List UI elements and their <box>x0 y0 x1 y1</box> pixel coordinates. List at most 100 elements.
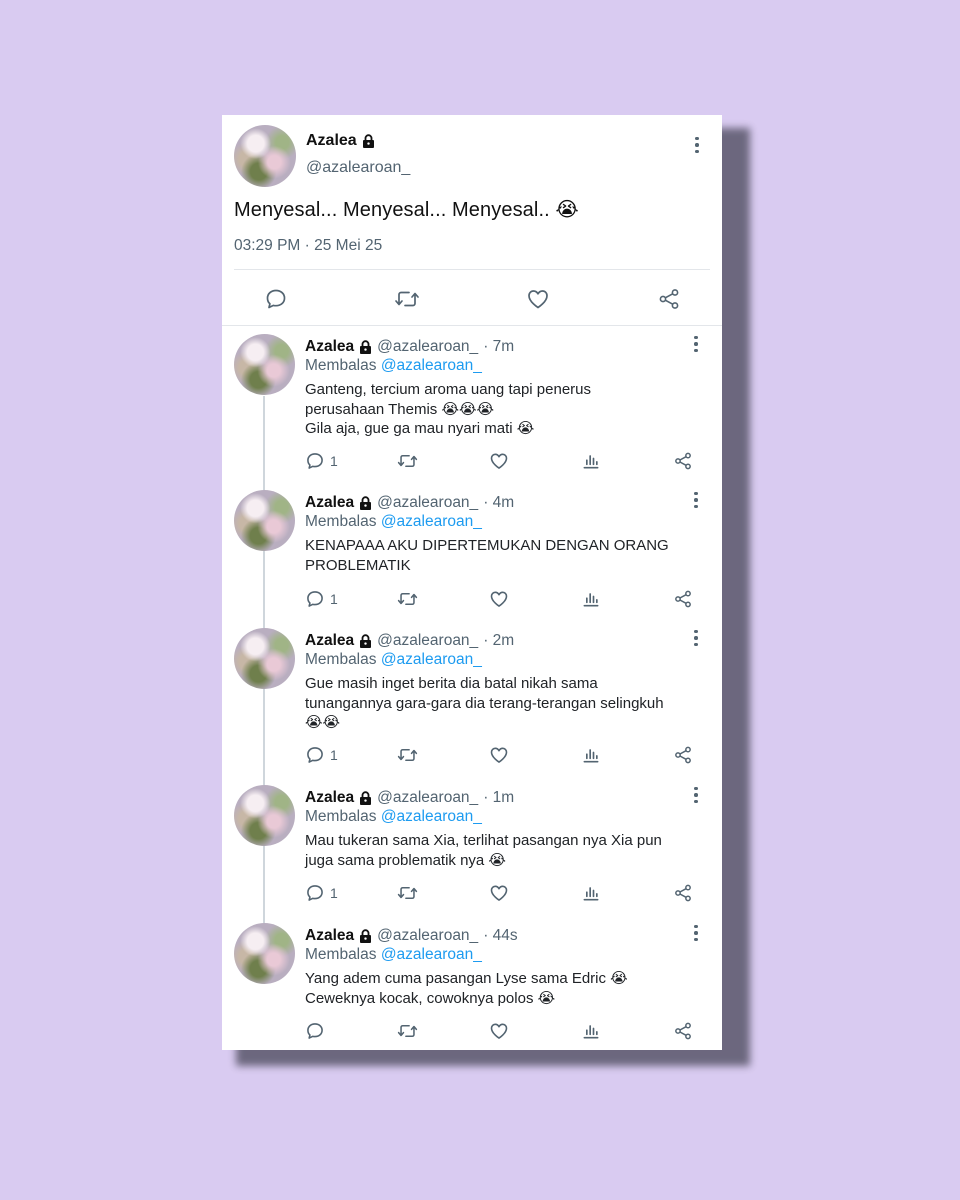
main-tweet: Azalea @azalearoan_ Menyesal... Menyesal… <box>222 115 722 325</box>
reply-icon[interactable]: 1 <box>305 589 338 609</box>
like-icon[interactable] <box>489 1021 509 1041</box>
display-name[interactable]: Azalea <box>306 132 357 150</box>
replying-prefix: Membalas <box>305 946 377 963</box>
handle[interactable]: @azalearoan_ <box>377 632 478 650</box>
tweet-timestamp[interactable]: 03:29 PM · 25 Mei 25 <box>234 237 382 255</box>
text-line: tunangannya gara-gara dia terang-teranga… <box>305 694 664 712</box>
author-line: Azalea @azalearoan_ · 2m <box>305 632 514 650</box>
retweet-icon[interactable] <box>397 745 418 765</box>
reply-text: Ganteng, tercium aroma uang tapi penerus… <box>305 380 705 439</box>
text-line: Yang adem cuma pasangan Lyse sama Edric … <box>305 970 628 987</box>
share-icon[interactable] <box>657 287 681 311</box>
handle[interactable]: @azalearoan_ <box>377 927 478 945</box>
avatar[interactable] <box>234 785 295 846</box>
replying-to-link[interactable]: @azalearoan_ <box>381 513 482 530</box>
like-icon[interactable] <box>489 883 509 903</box>
share-icon[interactable] <box>673 1021 693 1041</box>
reply-action-bar: 1 <box>222 449 722 473</box>
like-icon[interactable] <box>526 287 550 311</box>
display-name[interactable]: Azalea <box>305 494 354 512</box>
author-line: Azalea @azalearoan_ · 1m <box>305 789 514 807</box>
replying-prefix: Membalas <box>305 513 377 530</box>
replying-to-line: Membalas @azalearoan_ <box>305 357 482 375</box>
text-line: PROBLEMATIK <box>305 556 411 574</box>
retweet-icon[interactable] <box>397 883 418 903</box>
display-name[interactable]: Azalea <box>305 789 354 807</box>
avatar[interactable] <box>234 125 296 187</box>
text-line: Ceweknya kocak, cowoknya polos 😭 <box>305 989 556 1007</box>
avatar[interactable] <box>234 334 295 395</box>
relative-time[interactable]: · 1m <box>483 789 514 807</box>
display-name[interactable]: Azalea <box>305 632 354 650</box>
text-line: perusahaan Themis 😭😭😭 <box>305 400 495 418</box>
handle[interactable]: @azalearoan_ <box>377 494 478 512</box>
stats-icon[interactable] <box>581 589 601 609</box>
stats-icon[interactable] <box>581 1021 601 1041</box>
tweet-thread-card: Azalea @azalearoan_ Menyesal... Menyesal… <box>222 115 722 1050</box>
replying-to-link[interactable]: @azalearoan_ <box>381 357 482 374</box>
like-icon[interactable] <box>489 589 509 609</box>
relative-time[interactable]: · 2m <box>483 632 514 650</box>
replying-to-line: Membalas @azalearoan_ <box>305 808 482 826</box>
text-line: Mau tukeran sama Xia, terlihat pasangan … <box>305 832 662 849</box>
replying-to-link[interactable]: @azalearoan_ <box>381 946 482 963</box>
more-options-icon[interactable] <box>686 488 706 512</box>
replying-prefix: Membalas <box>305 808 377 825</box>
share-icon[interactable] <box>673 589 693 609</box>
reply-icon[interactable]: 1 <box>305 883 338 903</box>
reply-icon[interactable] <box>305 1021 330 1041</box>
lock-icon <box>360 496 372 510</box>
avatar[interactable] <box>234 490 295 551</box>
display-name[interactable]: Azalea <box>305 927 354 945</box>
more-options-icon[interactable] <box>686 783 706 807</box>
stats-icon[interactable] <box>581 745 601 765</box>
share-icon[interactable] <box>673 745 693 765</box>
reply-icon[interactable] <box>264 287 288 311</box>
handle[interactable]: @azalearoan_ <box>377 338 478 356</box>
more-options-icon[interactable] <box>686 921 706 945</box>
share-icon[interactable] <box>673 883 693 903</box>
handle[interactable]: @azalearoan_ <box>306 159 410 177</box>
replying-prefix: Membalas <box>305 651 377 668</box>
avatar[interactable] <box>234 628 295 689</box>
avatar[interactable] <box>234 923 295 984</box>
retweet-icon[interactable] <box>397 1021 418 1041</box>
replying-prefix: Membalas <box>305 357 377 374</box>
like-icon[interactable] <box>489 451 509 471</box>
share-icon[interactable] <box>673 451 693 471</box>
retweet-icon[interactable] <box>397 451 418 471</box>
reply-action-bar: 1 <box>222 881 722 905</box>
like-icon[interactable] <box>489 745 509 765</box>
divider <box>234 269 710 270</box>
replying-to-line: Membalas @azalearoan_ <box>305 513 482 531</box>
stats-icon[interactable] <box>581 883 601 903</box>
lock-icon <box>360 791 372 805</box>
more-options-icon[interactable] <box>687 133 707 157</box>
retweet-icon[interactable] <box>394 287 420 311</box>
display-name[interactable]: Azalea <box>305 338 354 356</box>
retweet-icon[interactable] <box>397 589 418 609</box>
more-options-icon[interactable] <box>686 332 706 356</box>
text-line: KENAPAAA AKU DIPERTEMUKAN DENGAN ORANG <box>305 537 669 554</box>
reply-action-bar: 1 <box>222 587 722 611</box>
relative-time[interactable]: · 7m <box>483 338 514 356</box>
lock-icon <box>360 634 372 648</box>
replying-to-line: Membalas @azalearoan_ <box>305 651 482 669</box>
replying-to-link[interactable]: @azalearoan_ <box>381 651 482 668</box>
tweet-action-bar <box>222 275 722 325</box>
relative-time[interactable]: · 4m <box>483 494 514 512</box>
reply-icon[interactable]: 1 <box>305 745 338 765</box>
handle[interactable]: @azalearoan_ <box>377 789 478 807</box>
reply-count: 1 <box>330 591 338 607</box>
relative-time[interactable]: · 44s <box>483 927 517 945</box>
author-line: Azalea @azalearoan_ · 7m <box>305 338 514 356</box>
text-line: juga sama problematik nya 😭 <box>305 851 506 869</box>
text-line: Gue masih inget berita dia batal nikah s… <box>305 675 598 692</box>
reply-icon[interactable]: 1 <box>305 451 338 471</box>
reply-count: 1 <box>330 885 338 901</box>
author-line: Azalea @azalearoan_ · 4m <box>305 494 514 512</box>
replying-to-link[interactable]: @azalearoan_ <box>381 808 482 825</box>
more-options-icon[interactable] <box>686 626 706 650</box>
text-line: Ganteng, tercium aroma uang tapi penerus <box>305 381 592 398</box>
stats-icon[interactable] <box>581 451 601 471</box>
